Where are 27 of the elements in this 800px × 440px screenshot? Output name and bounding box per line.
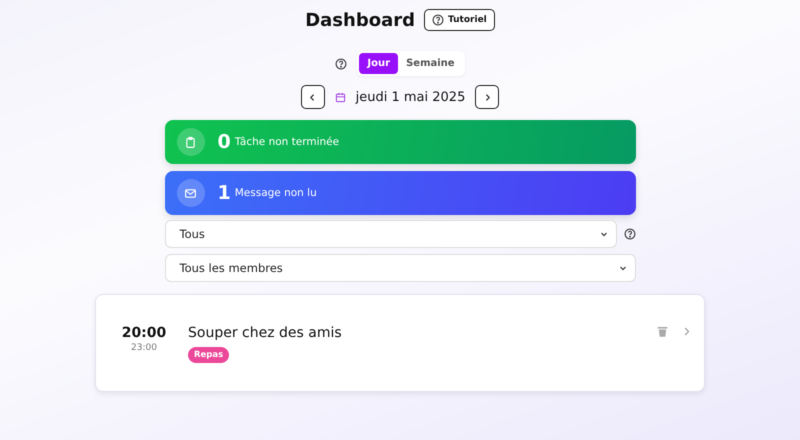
help-icon[interactable] [335,58,348,70]
tutorial-button[interactable]: Tutoriel [424,9,495,31]
view-tab[interactable]: Jour [359,53,398,74]
event-card[interactable]: 20:00 23:00 Souper chez des amis Repas [95,294,705,392]
clipboard-icon [176,128,204,156]
next-button[interactable] [475,85,500,109]
filter-select[interactable]: Tous [164,220,616,248]
end-time: 23:00 [131,343,157,353]
view-tab[interactable]: Semaine [398,53,463,74]
event-title: Souper chez des amis [188,325,342,341]
stat-count: 0 [218,131,231,153]
stat-label: Message non lu [234,187,317,199]
help-icon[interactable] [624,228,636,240]
stat-count: 1 [218,182,231,204]
page-title: Dashboard [305,10,415,30]
chevron-down-icon [600,230,608,238]
date-label: jeudi 1 mai 2025 [356,90,466,104]
chevron-down-icon [618,264,626,272]
envelope-icon [176,179,204,207]
start-time: 20:00 [122,325,166,341]
category-tag: Repas [188,347,230,363]
stat-label: Tâche non terminée [234,136,340,148]
filter-select[interactable]: Tous les membres [164,254,636,282]
stat-card[interactable]: 1 Message non lu [164,171,636,215]
calendar-icon [334,92,346,102]
help-icon [432,14,444,26]
previous-button[interactable] [300,85,325,109]
